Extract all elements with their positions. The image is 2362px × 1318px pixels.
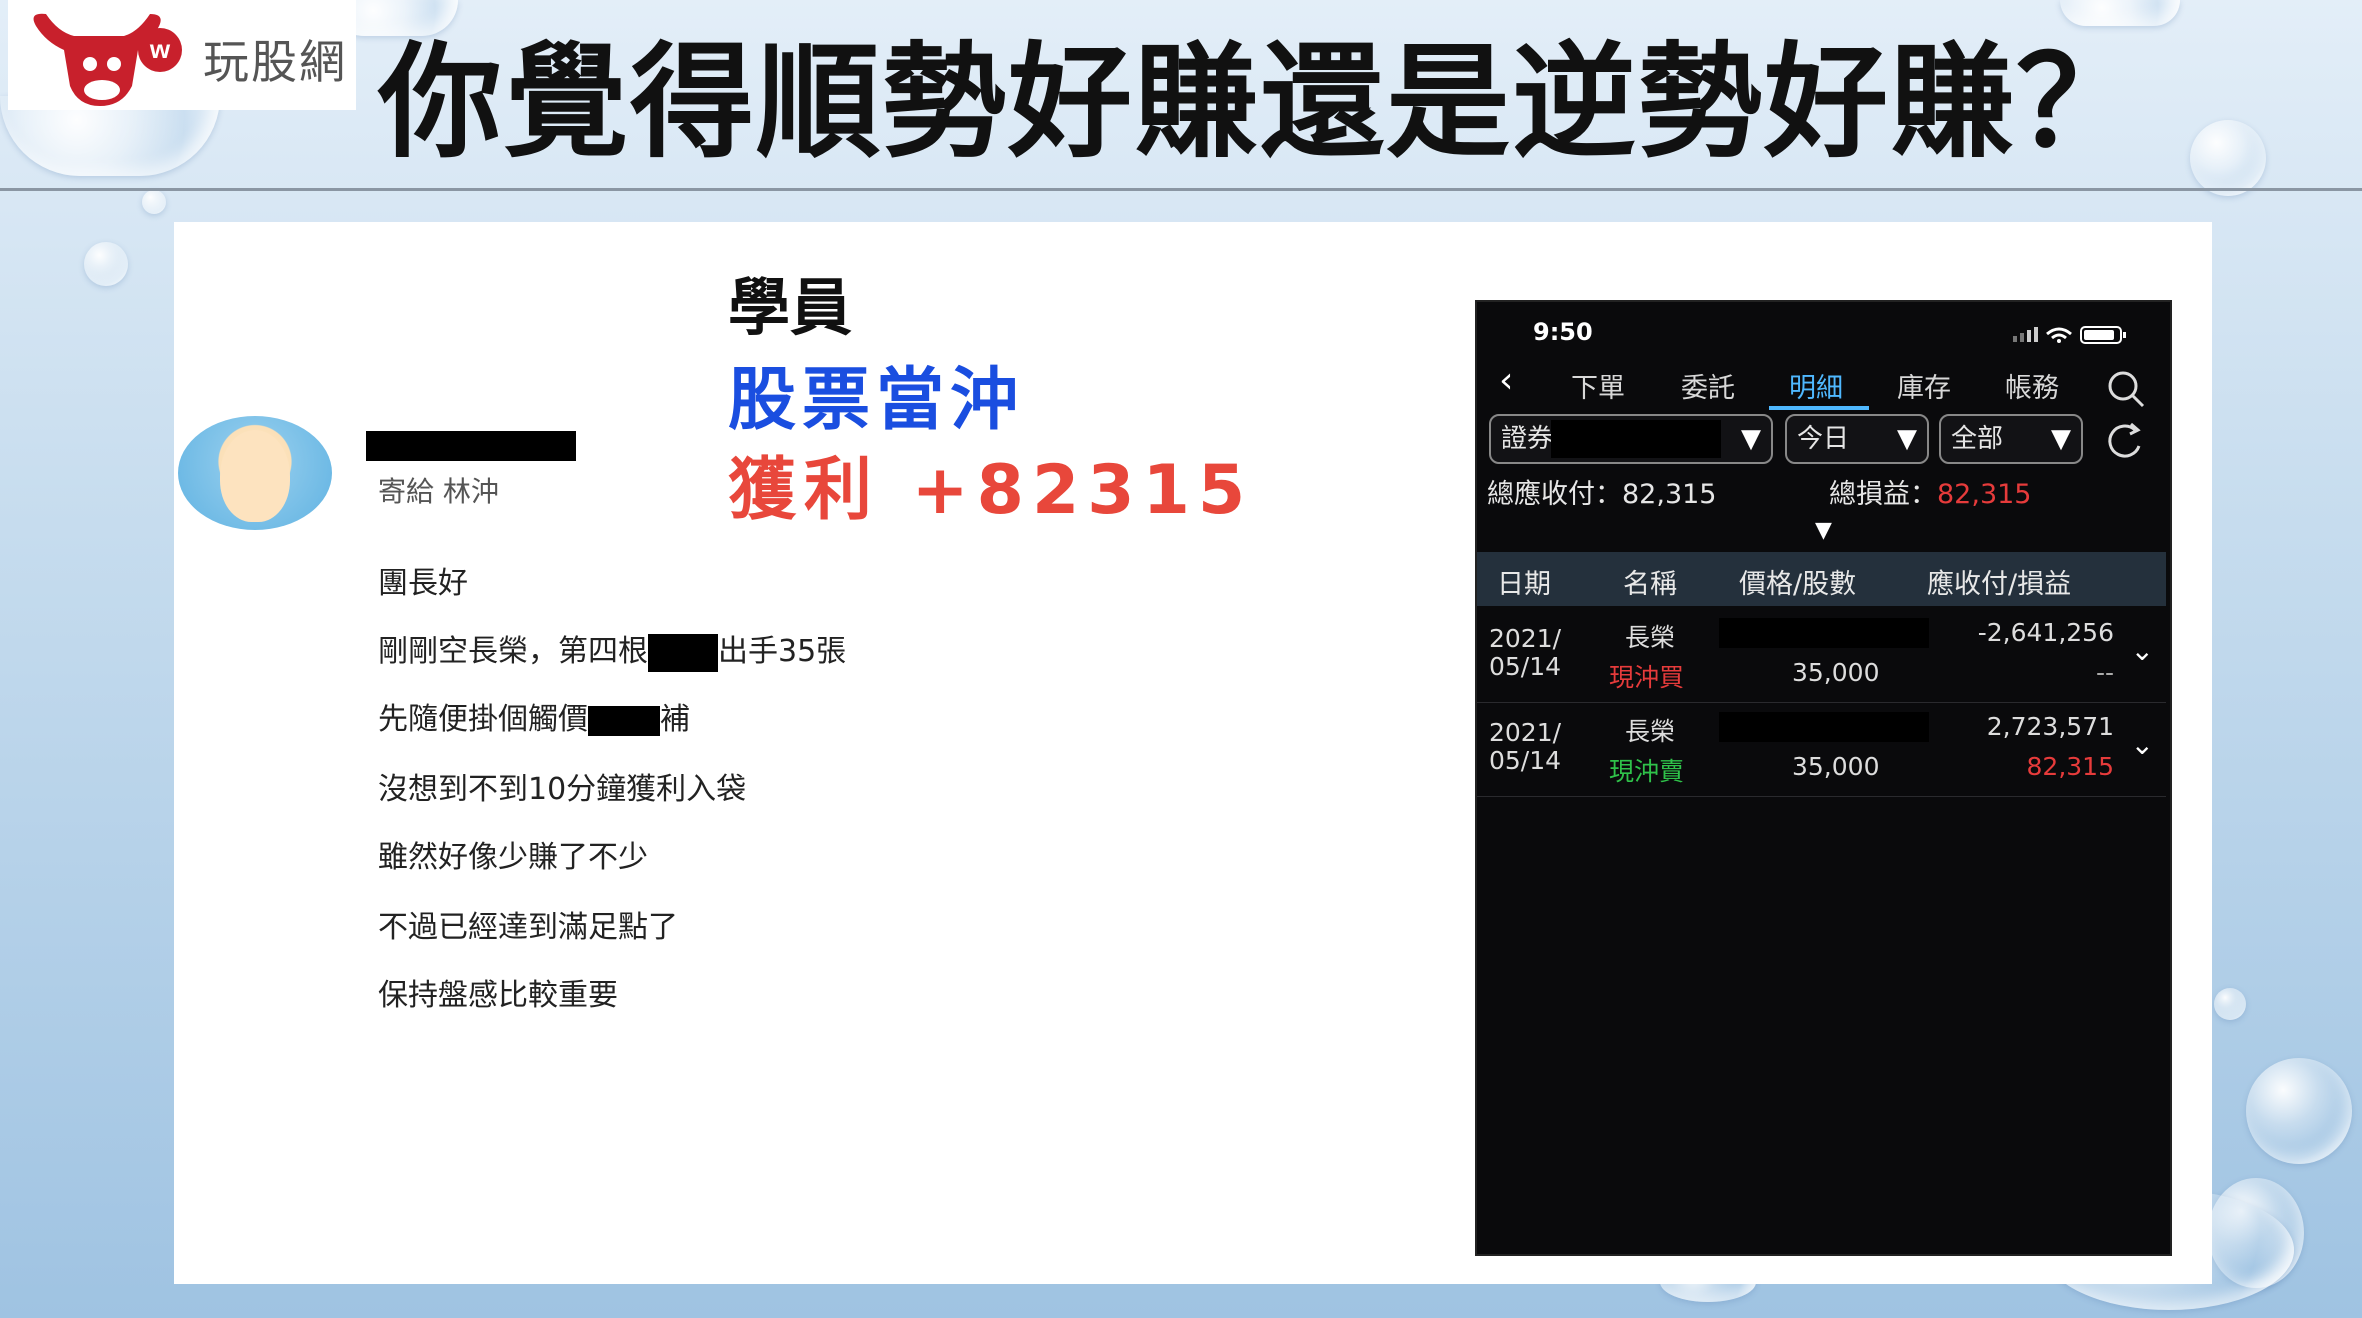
column-name: 名稱 <box>1623 569 1677 600</box>
row-date: 2021/ <box>1489 718 1562 747</box>
tab-order[interactable]: 下單 <box>1571 366 1625 405</box>
total-pnl: 總損益：82,315 <box>1829 479 2032 510</box>
brand-name: 玩股網 <box>203 35 347 89</box>
decorative-bubble <box>142 190 166 214</box>
dropdown-arrow-icon: ▼ <box>1741 424 1761 454</box>
tab-inventory[interactable]: 庫存 <box>1897 366 1951 405</box>
status-time: 9:50 <box>1533 318 1593 346</box>
back-icon[interactable]: ‹ <box>1499 360 1513 401</box>
title-divider <box>0 188 2362 191</box>
tab-account[interactable]: 帳務 <box>2005 366 2059 405</box>
row-expand-chevron-icon[interactable]: ⌄ <box>2131 634 2154 667</box>
decorative-bubble <box>84 242 128 286</box>
row-pnl: 82,315 <box>2026 752 2114 781</box>
redaction-block <box>1719 618 1929 648</box>
dropdown-arrow-icon: ▼ <box>1897 424 1917 454</box>
recipient-line: 寄給 林沖 <box>378 475 499 508</box>
redaction-block <box>1719 712 1929 742</box>
table-row[interactable]: 2021/ 05/14 長榮 現沖買 35,000 -2,641,256 -- … <box>1477 608 2166 703</box>
row-pnl: -- <box>2095 658 2114 687</box>
redaction-block <box>588 705 660 736</box>
redaction-block <box>648 633 718 672</box>
period-dropdown[interactable]: 今日 ▼ <box>1785 414 1929 464</box>
row-date: 05/14 <box>1489 746 1562 775</box>
message-line: 保持盤感比較重要 <box>378 978 618 1013</box>
row-amount: -2,641,256 <box>1977 618 2114 647</box>
row-shares: 35,000 <box>1792 752 1880 781</box>
message-line: 雖然好像少賺了不少 <box>378 840 648 875</box>
row-expand-chevron-icon[interactable]: ⌄ <box>2131 728 2154 761</box>
dropdown-arrow-icon: ▼ <box>2051 424 2071 454</box>
search-icon[interactable] <box>2105 368 2145 408</box>
day-trade-label: 股票當沖 <box>728 361 1025 440</box>
table-header: 日期 名稱 價格/股數 應收付/損益 <box>1477 552 2166 606</box>
active-tab-indicator <box>1769 406 1869 410</box>
redaction-block <box>1551 420 1721 458</box>
decorative-bubble <box>2190 120 2266 196</box>
column-price-shares: 價格/股數 <box>1739 569 1857 600</box>
svg-text:w: w <box>149 34 171 64</box>
message-line: 剛剛空長榮，第四根 出手35張 <box>378 626 846 672</box>
redacted-sender-name <box>366 431 576 461</box>
message-line: 沒想到不到10分鐘獲利入袋 <box>378 772 747 807</box>
column-date: 日期 <box>1497 569 1551 600</box>
avatar <box>178 416 332 530</box>
refresh-icon[interactable] <box>2105 420 2147 460</box>
total-payable: 總應收付：82,315 <box>1487 479 1717 510</box>
expand-arrow-icon[interactable]: ▼ <box>1815 518 1832 543</box>
profit-label: 獲利 +82315 <box>728 451 1254 530</box>
student-label: 學員 <box>728 271 853 344</box>
account-dropdown[interactable]: 證券 ▼ <box>1489 414 1773 464</box>
page-title: 你覺得順勢好賺還是逆勢好賺？ <box>378 31 2143 175</box>
row-stock-name: 長榮 <box>1625 623 1676 652</box>
message-line: 先隨便掛個觸價補 <box>378 702 690 737</box>
decorative-bubble <box>2060 0 2180 26</box>
decorative-bubble <box>2214 988 2246 1020</box>
status-indicators-icon <box>2013 326 2126 344</box>
row-trade-type: 現沖買 <box>1609 663 1685 692</box>
tab-details[interactable]: 明細 <box>1789 366 1843 405</box>
row-stock-name: 長榮 <box>1625 717 1676 746</box>
trading-app-screenshot: 9:50 ‹ 下單 委託 明細 庫存 帳務 證券 ▼ 今日 ▼ 全部 ▼ 總應收 <box>1475 300 2172 1256</box>
row-date: 05/14 <box>1489 652 1562 681</box>
column-amount-pnl: 應收付/損益 <box>1927 569 2072 600</box>
scope-dropdown[interactable]: 全部 ▼ <box>1939 414 2083 464</box>
bull-logo-icon: w <box>33 13 182 106</box>
decorative-bubble <box>2246 1058 2352 1164</box>
message-line: 團長好 <box>378 566 468 601</box>
row-trade-type: 現沖賣 <box>1609 757 1685 786</box>
tab-entrusted[interactable]: 委託 <box>1681 366 1735 405</box>
row-date: 2021/ <box>1489 624 1562 653</box>
table-row[interactable]: 2021/ 05/14 長榮 現沖賣 35,000 2,723,571 82,3… <box>1477 702 2166 797</box>
row-shares: 35,000 <box>1792 658 1880 687</box>
site-logo[interactable]: w 玩股網 <box>8 0 356 110</box>
message-line: 不過已經達到滿足點了 <box>378 910 678 945</box>
row-amount: 2,723,571 <box>1986 712 2114 741</box>
